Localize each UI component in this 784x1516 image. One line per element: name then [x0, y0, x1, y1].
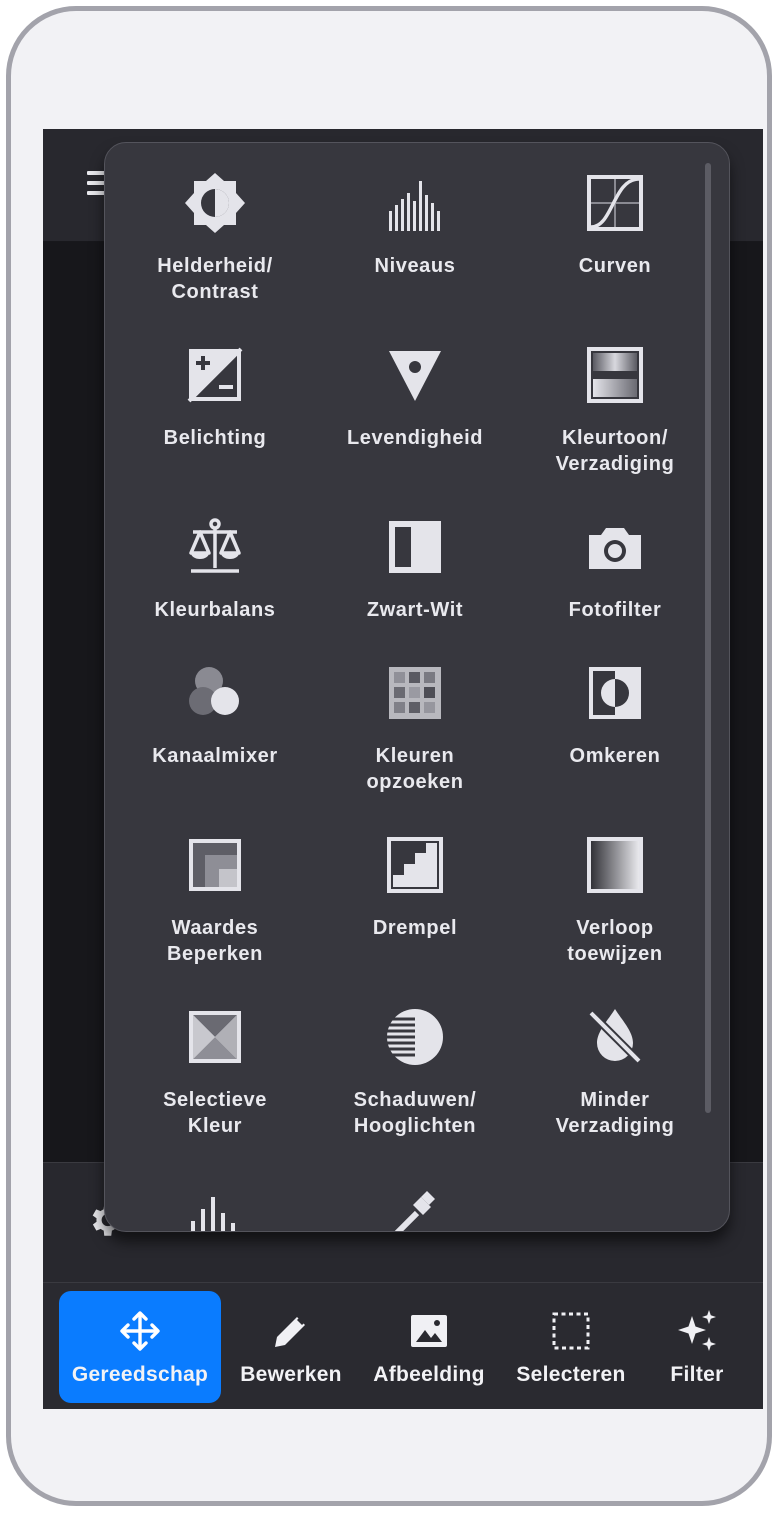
adjustment-label: Schaduwen/ Hooglichten — [353, 1089, 477, 1137]
adjustment-label: Belichting — [163, 427, 267, 449]
tab-gereedschap[interactable]: Gereedschap — [59, 1291, 221, 1403]
adjustment-label: Kleuren opzoeken — [366, 745, 464, 793]
pencil-icon — [271, 1309, 311, 1353]
color-balance-icon — [183, 515, 247, 579]
adjustment-waardes-beperken[interactable]: Waardes Beperken — [115, 833, 315, 967]
eyedropper-icon — [383, 1177, 447, 1231]
adjustment-curven[interactable]: Curven — [515, 171, 715, 279]
tab-label: Bewerken — [240, 1363, 342, 1386]
shadows-highlights-icon — [383, 1005, 447, 1069]
adjustment-label: Verloop toewijzen — [567, 917, 663, 965]
tab-bewerken[interactable]: Bewerken — [223, 1291, 359, 1403]
adjustment-label: Kanaalmixer — [152, 745, 278, 767]
levels-icon — [383, 171, 447, 235]
adjustment-minder-verzadiging[interactable]: Minder Verzadiging — [515, 1005, 715, 1139]
adjustment-belichting[interactable]: Belichting — [115, 343, 315, 451]
tab-label: Selecteren — [516, 1363, 626, 1386]
adjustment-label: Kleurbalans — [154, 599, 276, 621]
desaturate-icon — [583, 1005, 647, 1069]
adjustment-label: Selectieve Kleur — [163, 1089, 267, 1137]
adjustment-histogram-partial[interactable] — [115, 1177, 315, 1231]
adjustment-schaduwen-hooglichten[interactable]: Schaduwen/ Hooglichten — [315, 1005, 515, 1139]
adjustment-levendigheid[interactable]: Levendigheid — [315, 343, 515, 451]
panel-scrollbar[interactable] — [705, 163, 711, 1113]
adjustment-label: Waardes Beperken — [167, 917, 263, 965]
adjustment-kleuren-opzoeken[interactable]: Kleuren opzoeken — [315, 661, 515, 795]
threshold-icon — [383, 833, 447, 897]
image-icon — [409, 1309, 449, 1353]
adjustment-label: Curven — [578, 255, 652, 277]
invert-icon — [583, 661, 647, 725]
tab-label: Afbeelding — [373, 1363, 485, 1386]
selective-color-icon — [183, 1005, 247, 1069]
adjustment-verloop-toewijzen[interactable]: Verloop toewijzen — [515, 833, 715, 967]
adjustment-label: Zwart-Wit — [366, 599, 464, 621]
gradient-map-icon — [583, 833, 647, 897]
adjustment-label: Helderheid/ Contrast — [157, 255, 273, 303]
adjustment-label: Fotofilter — [568, 599, 662, 621]
adjustment-fotofilter[interactable]: Fotofilter — [515, 515, 715, 623]
adjustment-label: Minder Verzadiging — [555, 1089, 675, 1137]
adjustment-eyedropper-partial[interactable] — [315, 1177, 515, 1231]
adjustments-panel: Helderheid/ Contrast Niveaus Curven Beli… — [104, 142, 730, 1232]
adjustment-kleurbalans[interactable]: Kleurbalans — [115, 515, 315, 623]
tab-label: Filter — [670, 1363, 724, 1386]
black-white-icon — [383, 515, 447, 579]
tab-afbeelding[interactable]: Afbeelding — [361, 1291, 497, 1403]
camera-icon — [583, 515, 647, 579]
vibrance-icon — [383, 343, 447, 407]
brightness-contrast-icon — [183, 171, 247, 235]
adjustment-label: Levendigheid — [346, 427, 484, 449]
histogram-icon — [183, 1177, 247, 1231]
adjustment-label: Drempel — [372, 917, 458, 939]
tab-selecteren[interactable]: Selecteren — [501, 1291, 641, 1403]
tab-filter[interactable]: Filter — [647, 1291, 747, 1403]
tab-label: Gereedschap — [71, 1363, 209, 1386]
adjustment-label: Omkeren — [569, 745, 661, 767]
curves-icon — [583, 171, 647, 235]
adjustment-zwart-wit[interactable]: Zwart-Wit — [315, 515, 515, 623]
adjustment-label: Niveaus — [374, 255, 456, 277]
adjustment-selectieve-kleur[interactable]: Selectieve Kleur — [115, 1005, 315, 1139]
sparkle-icon — [674, 1309, 720, 1353]
adjustment-kanaalmixer[interactable]: Kanaalmixer — [115, 661, 315, 769]
exposure-icon — [183, 343, 247, 407]
color-lookup-icon — [383, 661, 447, 725]
selection-icon — [551, 1309, 591, 1353]
adjustment-label: Kleurtoon/ Verzadiging — [555, 427, 675, 475]
posterize-icon — [183, 833, 247, 897]
adjustment-helderheid-contrast[interactable]: Helderheid/ Contrast — [115, 171, 315, 305]
hue-saturation-icon — [583, 343, 647, 407]
adjustment-niveaus[interactable]: Niveaus — [315, 171, 515, 279]
bottom-tab-bar: Gereedschap Bewerken Afbeelding Selecter… — [43, 1282, 763, 1409]
move-icon — [119, 1309, 161, 1353]
adjustment-omkeren[interactable]: Omkeren — [515, 661, 715, 769]
adjustment-kleurtoon-verzadiging[interactable]: Kleurtoon/ Verzadiging — [515, 343, 715, 477]
channel-mixer-icon — [183, 661, 247, 725]
adjustment-drempel[interactable]: Drempel — [315, 833, 515, 941]
